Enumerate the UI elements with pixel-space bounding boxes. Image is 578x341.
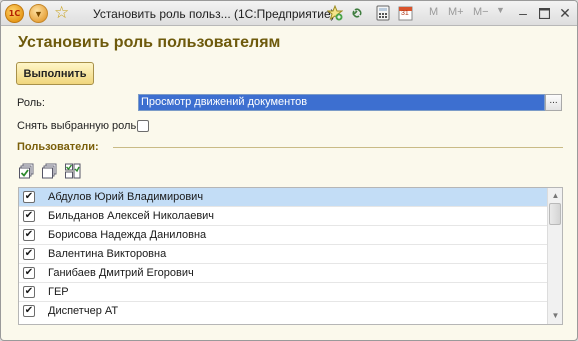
group-divider <box>113 147 563 148</box>
list-item[interactable]: ✔ Борисова Надежда Даниловна <box>19 226 547 245</box>
user-checkbox[interactable]: ✔ <box>23 248 35 260</box>
user-name: Ганибаев Дмитрий Егорович <box>48 267 194 279</box>
user-name: Валентина Викторовна <box>48 248 167 260</box>
user-name: Абдулов Юрий Владимирович <box>48 191 204 203</box>
user-checkbox[interactable]: ✔ <box>23 267 35 279</box>
clear-role-label: Снять выбранную роль: <box>17 120 140 132</box>
list-item[interactable]: ✔ Абдулов Юрий Владимирович <box>19 188 547 207</box>
role-label: Роль: <box>17 97 45 109</box>
user-checkbox[interactable]: ✔ <box>23 286 35 298</box>
titlebar-dropdown-icon[interactable]: ▼ <box>496 5 505 15</box>
run-button[interactable]: Выполнить <box>16 62 94 85</box>
add-favorite-icon[interactable] <box>326 4 344 21</box>
calculator-icon[interactable] <box>376 5 390 21</box>
user-checkbox[interactable]: ✔ <box>23 305 35 317</box>
user-name: Бильданов Алексей Николаевич <box>48 210 215 222</box>
check-all-icon[interactable] <box>19 163 35 179</box>
title-bar: 1С ▼ ☆ Установить роль польз... (1С:Пред… <box>1 1 577 26</box>
scroll-down-icon[interactable]: ▼ <box>549 309 562 322</box>
memory-plus-button[interactable]: M+ <box>448 6 464 18</box>
invert-checks-icon[interactable] <box>65 163 81 179</box>
user-name: Диспетчер АТ <box>48 305 119 317</box>
list-item[interactable]: ✔ Валентина Викторовна <box>19 245 547 264</box>
list-scrollbar[interactable]: ▲ ▼ <box>547 188 562 324</box>
1c-logo-icon[interactable]: 1С <box>5 4 24 23</box>
list-item[interactable]: ✔ Ганибаев Дмитрий Егорович <box>19 264 547 283</box>
link-icon[interactable] <box>349 5 365 21</box>
clear-role-checkbox[interactable] <box>137 120 149 132</box>
form-title: Установить роль пользователям <box>18 34 281 51</box>
maximize-icon[interactable] <box>536 5 552 21</box>
role-select-button[interactable]: ... <box>545 94 562 111</box>
main-menu-icon[interactable]: ▼ <box>29 4 48 23</box>
role-input[interactable]: Просмотр движений документов <box>138 94 545 111</box>
list-item[interactable]: ✔ Диспетчер АТ <box>19 302 547 321</box>
scroll-up-icon[interactable]: ▲ <box>549 189 562 202</box>
user-name: Борисова Надежда Даниловна <box>48 229 207 241</box>
list-item[interactable]: ✔ ГЕР <box>19 283 547 302</box>
memory-minus-button[interactable]: M− <box>473 6 489 18</box>
user-checkbox[interactable]: ✔ <box>23 229 35 241</box>
user-checkbox[interactable]: ✔ <box>23 191 35 203</box>
user-checkbox[interactable]: ✔ <box>23 210 35 222</box>
scroll-thumb[interactable] <box>549 203 561 225</box>
calendar-day: 31 <box>401 10 409 17</box>
list-item[interactable]: ✔ Бильданов Алексей Николаевич <box>19 207 547 226</box>
window-title: Установить роль польз... (1С:Предприятие… <box>93 7 335 21</box>
user-name: ГЕР <box>48 286 69 298</box>
form-window: 1С ▼ ☆ Установить роль польз... (1С:Пред… <box>0 0 578 341</box>
uncheck-all-icon[interactable] <box>42 163 58 179</box>
memory-button[interactable]: M <box>429 6 438 18</box>
close-icon[interactable]: ✕ <box>557 5 573 21</box>
minimize-icon[interactable]: – <box>515 5 531 21</box>
star-icon[interactable]: ☆ <box>54 3 69 23</box>
users-group-title: Пользователи: <box>17 141 99 153</box>
users-list[interactable]: ✔ Абдулов Юрий Владимирович ✔ Бильданов … <box>18 187 563 325</box>
